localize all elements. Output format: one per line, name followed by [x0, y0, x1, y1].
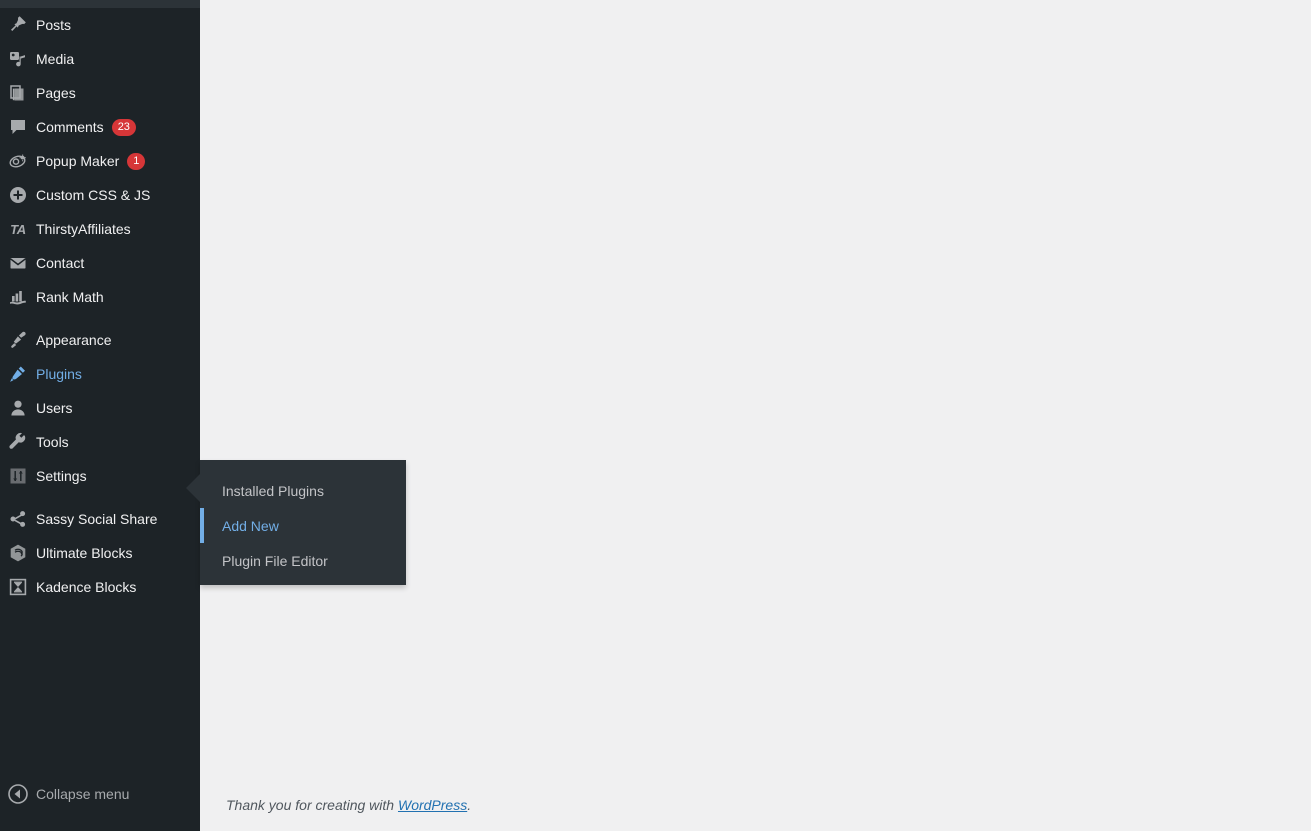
admin-menu-list: Posts Media Pages Comments 23 Popup Maker 1 Cus… [0, 8, 200, 604]
sidebar-item-popup-maker[interactable]: Popup Maker 1 [0, 144, 200, 178]
sidebar-item-label: Pages [36, 84, 76, 102]
sidebar-item-contact[interactable]: Contact [0, 246, 200, 280]
ultimate-blocks-icon [0, 543, 36, 563]
popup-maker-icon [0, 151, 36, 171]
sidebar-item-comments[interactable]: Comments 23 [0, 110, 200, 144]
plugins-submenu-flyout: Installed Plugins Add New Plugin File Edit… [200, 460, 406, 585]
submenu-item-label: Add New [222, 518, 279, 534]
plus-circle-icon [0, 185, 36, 205]
share-icon [0, 509, 36, 529]
sidebar-item-label: Users [36, 399, 73, 417]
sidebar-item-label: Sassy Social Share [36, 510, 157, 528]
submenu-item-installed-plugins[interactable]: Installed Plugins [200, 473, 406, 508]
admin-bar-strip [0, 0, 200, 8]
sidebar-item-custom-css-js[interactable]: Custom CSS & JS [0, 178, 200, 212]
submenu-item-label: Installed Plugins [222, 483, 324, 499]
pin-icon [0, 15, 36, 35]
sidebar-item-label: Tools [36, 433, 69, 451]
sidebar-item-plugins[interactable]: Plugins [0, 357, 200, 391]
sidebar-item-label: Settings [36, 467, 87, 485]
sidebar-item-label: Custom CSS & JS [36, 186, 150, 204]
collapse-menu-button[interactable]: Collapse menu [0, 777, 129, 811]
plugins-submenu-list: Installed Plugins Add New Plugin File Edit… [200, 473, 406, 578]
pages-icon [0, 83, 36, 103]
kadence-blocks-icon [0, 577, 36, 597]
footer-prefix-text: Thank you for creating with [226, 797, 398, 813]
admin-sidebar: Posts Media Pages Comments 23 Popup Maker 1 Cus… [0, 8, 200, 831]
sidebar-item-tools[interactable]: Tools [0, 425, 200, 459]
sidebar-item-settings[interactable]: Settings [0, 459, 200, 493]
sidebar-item-posts[interactable]: Posts [0, 8, 200, 42]
envelope-icon [0, 253, 36, 273]
sidebar-item-label: ThirstyAffiliates [36, 220, 131, 238]
settings-icon [0, 466, 36, 486]
submenu-item-label: Plugin File Editor [222, 553, 328, 569]
submenu-item-add-new[interactable]: Add New [200, 508, 406, 543]
comment-icon [0, 117, 36, 137]
sidebar-item-label: Appearance [36, 331, 112, 349]
rank-math-icon [0, 287, 36, 307]
content-area: Thank you for creating with WordPress. [200, 0, 1311, 831]
sidebar-item-ultimate-blocks[interactable]: Ultimate Blocks [0, 536, 200, 570]
user-icon [0, 398, 36, 418]
sidebar-item-label: Contact [36, 254, 84, 272]
collapse-arrow-icon [0, 784, 36, 804]
collapse-menu-label: Collapse menu [36, 786, 129, 802]
sidebar-item-label: Kadence Blocks [36, 578, 136, 596]
sidebar-item-appearance[interactable]: Appearance [0, 323, 200, 357]
sidebar-item-sassy-social-share[interactable]: Sassy Social Share [0, 502, 200, 536]
sidebar-item-thirstyaffiliates[interactable]: TAThirstyAffiliates [0, 212, 200, 246]
sidebar-item-label: Plugins [36, 365, 82, 383]
sidebar-item-label: Media [36, 50, 74, 68]
sidebar-item-kadence-blocks[interactable]: Kadence Blocks [0, 570, 200, 604]
paintbrush-icon [0, 330, 36, 350]
wordpress-link[interactable]: WordPress [398, 797, 467, 813]
wrench-icon [0, 432, 36, 452]
footer-suffix-text: . [467, 797, 471, 813]
submenu-item-plugin-file-editor[interactable]: Plugin File Editor [200, 543, 406, 578]
sidebar-item-badge: 23 [112, 119, 136, 136]
thirsty-ta-icon: TA [0, 222, 36, 237]
sidebar-item-users[interactable]: Users [0, 391, 200, 425]
sidebar-item-label: Ultimate Blocks [36, 544, 132, 562]
sidebar-item-rank-math[interactable]: Rank Math [0, 280, 200, 314]
sidebar-item-label: Comments [36, 118, 104, 136]
sidebar-item-label: Posts [36, 16, 71, 34]
sidebar-item-label: Rank Math [36, 288, 104, 306]
sidebar-item-pages[interactable]: Pages [0, 76, 200, 110]
footer-credit: Thank you for creating with WordPress. [226, 797, 471, 813]
sidebar-item-media[interactable]: Media [0, 42, 200, 76]
media-icon [0, 49, 36, 69]
sidebar-item-badge: 1 [127, 153, 145, 170]
sidebar-item-label: Popup Maker [36, 152, 119, 170]
flyout-arrow-icon [186, 474, 200, 502]
plug-icon [0, 364, 36, 384]
